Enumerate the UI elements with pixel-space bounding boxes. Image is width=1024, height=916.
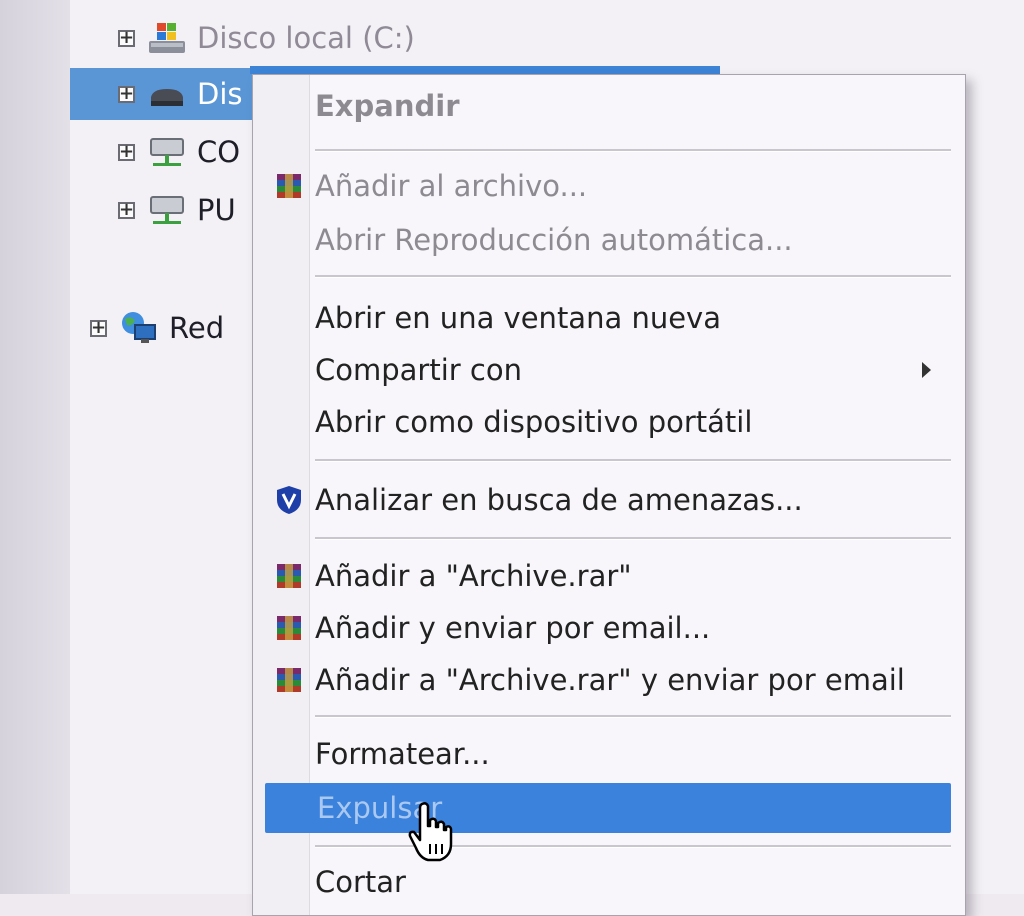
window-left-frame — [0, 0, 71, 894]
menu-item-label: Abrir Reproducción automática... — [315, 223, 793, 257]
menu-item-label: Abrir como dispositivo portátil — [315, 405, 753, 439]
menu-item-cortar[interactable]: Cortar — [263, 857, 953, 907]
tree-item-label: CO — [197, 135, 241, 169]
selection-bar — [250, 66, 720, 74]
winrar-icon — [277, 616, 301, 640]
menu-separator — [315, 537, 951, 540]
expand-icon[interactable]: + — [118, 201, 135, 219]
tree-item-local-disk[interactable]: + Disco local (C:) — [118, 12, 415, 64]
menu-item-anadir-archive-rar-enviar-email[interactable]: Añadir a "Archive.rar" y enviar por emai… — [263, 655, 953, 705]
menu-item-anadir-archive-rar[interactable]: Añadir a "Archive.rar" — [263, 551, 953, 601]
context-menu: Expandir Añadir al archivo... Abrir Repr… — [252, 74, 966, 916]
windows-drive-icon — [149, 23, 185, 53]
menu-item-label: Formatear... — [315, 737, 490, 771]
tree-item-network[interactable]: + Red — [90, 302, 224, 354]
menu-item-formatear[interactable]: Formatear... — [263, 729, 953, 779]
menu-item-expulsar[interactable]: Expulsar — [265, 783, 951, 833]
menu-separator — [315, 715, 951, 718]
tree-item-label: Disco local (C:) — [197, 21, 415, 55]
tree-item-label: Dis — [197, 77, 243, 111]
menu-item-compartir-con[interactable]: Compartir con — [263, 345, 953, 395]
winrar-icon — [277, 668, 301, 692]
expand-icon[interactable]: + — [90, 319, 107, 337]
menu-item-abrir-dispositivo-portatil[interactable]: Abrir como dispositivo portátil — [263, 397, 953, 447]
network-drive-icon — [150, 196, 184, 224]
tree-item-removable-disk[interactable]: + Dis — [70, 68, 270, 120]
expand-icon[interactable]: + — [118, 29, 135, 47]
menu-item-analizar-amenazas[interactable]: Analizar en busca de amenazas... — [263, 475, 953, 525]
menu-item-anadir-enviar-email[interactable]: Añadir y enviar por email... — [263, 603, 953, 653]
antivirus-shield-icon — [277, 486, 301, 514]
menu-item-label: Analizar en busca de amenazas... — [315, 483, 803, 517]
network-globe-icon — [122, 312, 156, 343]
tree-item-network-drive-pu[interactable]: + PU — [118, 184, 236, 236]
winrar-icon — [277, 174, 301, 198]
menu-separator — [315, 275, 951, 278]
menu-separator — [315, 149, 951, 152]
submenu-arrow-icon — [922, 362, 931, 378]
hand-pointer-icon — [408, 802, 453, 862]
expand-icon[interactable]: + — [118, 85, 135, 103]
menu-item-label: Expandir — [315, 89, 460, 123]
tree-item-label: PU — [197, 193, 236, 227]
menu-item-label: Añadir a "Archive.rar" — [315, 559, 632, 593]
menu-separator — [315, 459, 951, 462]
expand-icon[interactable]: + — [118, 143, 135, 161]
menu-item-expandir[interactable]: Expandir — [263, 81, 953, 131]
tree-item-label: Red — [169, 311, 225, 345]
menu-item-label: Compartir con — [315, 353, 522, 387]
network-drive-icon — [150, 138, 184, 166]
tree-item-network-drive-co[interactable]: + CO — [118, 126, 240, 178]
winrar-icon — [277, 564, 301, 588]
menu-item-abrir-reproduccion-automatica[interactable]: Abrir Reproducción automática... — [263, 215, 953, 265]
removable-drive-icon — [151, 89, 183, 106]
menu-item-anadir-al-archivo[interactable]: Añadir al archivo... — [263, 161, 953, 211]
menu-item-label: Abrir en una ventana nueva — [315, 301, 721, 335]
menu-item-label: Añadir a "Archive.rar" y enviar por emai… — [315, 663, 905, 697]
menu-item-abrir-ventana-nueva[interactable]: Abrir en una ventana nueva — [263, 293, 953, 343]
menu-item-label: Añadir al archivo... — [315, 169, 588, 203]
menu-item-label: Añadir y enviar por email... — [315, 611, 711, 645]
